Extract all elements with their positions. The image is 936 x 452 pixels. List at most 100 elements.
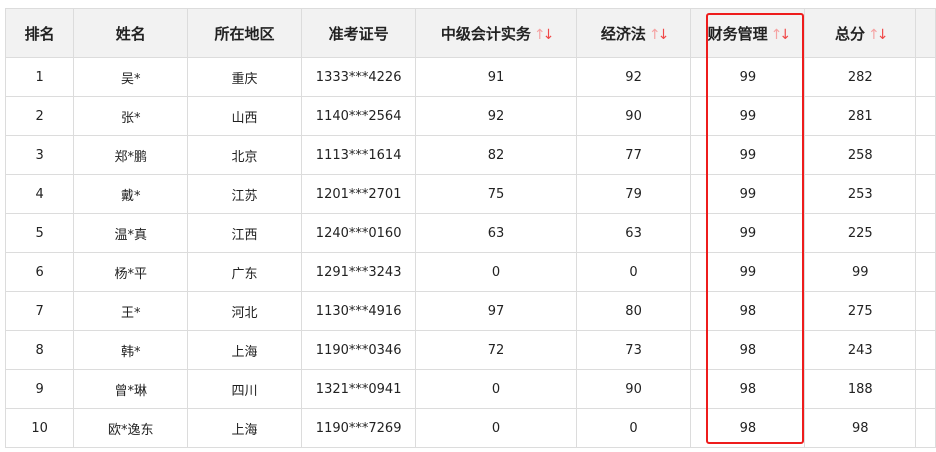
cell-rank: 3 bbox=[4, 135, 75, 175]
column-header-name: 姓名 bbox=[73, 8, 189, 58]
cell-overflow bbox=[915, 57, 936, 97]
sort-icon[interactable]: ↑↓ bbox=[868, 27, 889, 43]
cell-rank: 10 bbox=[4, 408, 75, 448]
cell-overflow bbox=[915, 213, 936, 253]
cell-region: 北京 bbox=[187, 135, 302, 175]
column-header-overflow bbox=[915, 8, 936, 58]
cell-total-score: 282 bbox=[804, 57, 917, 97]
sort-down-icon[interactable]: ↓ bbox=[877, 27, 889, 43]
cell-economic-law: 80 bbox=[575, 291, 692, 331]
table-header: 排名 姓名 所在地区 准考证号 中级会计实务 ↑↓ 经济法 ↑↓ 财务管理 ↑↓ 总分 ↑↓ bbox=[4, 8, 936, 58]
column-label: 总分 bbox=[834, 24, 865, 43]
column-header-total-score[interactable]: 总分 ↑↓ bbox=[804, 8, 917, 58]
column-header-economic-law[interactable]: 经济法 ↑↓ bbox=[575, 8, 692, 58]
cell-region: 江苏 bbox=[187, 174, 302, 214]
column-header-financial-management[interactable]: 财务管理 ↑↓ bbox=[690, 8, 806, 58]
cell-exam-id: 1130***4916 bbox=[300, 291, 417, 331]
column-label: 经济法 bbox=[600, 24, 646, 43]
column-header-exam-id: 准考证号 bbox=[300, 8, 417, 58]
cell-rank: 5 bbox=[4, 213, 75, 253]
cell-name: 王* bbox=[73, 291, 189, 331]
cell-overflow bbox=[915, 174, 936, 214]
cell-exam-id: 1201***2701 bbox=[300, 174, 417, 214]
cell-economic-law: 92 bbox=[575, 57, 692, 97]
cell-rank: 2 bbox=[4, 96, 75, 136]
cell-financial-management: 99 bbox=[690, 135, 806, 175]
sort-down-icon[interactable]: ↓ bbox=[779, 27, 791, 43]
cell-name: 欧*逸东 bbox=[73, 408, 189, 448]
cell-financial-management: 99 bbox=[690, 96, 806, 136]
cell-rank: 4 bbox=[4, 174, 75, 214]
cell-intermediate-accounting: 82 bbox=[415, 135, 577, 175]
table-row: 9 曾*琳 四川 1321***0941 0 90 98 188 bbox=[4, 369, 936, 409]
cell-exam-id: 1240***0160 bbox=[300, 213, 417, 253]
score-ranking-table: 排名 姓名 所在地区 准考证号 中级会计实务 ↑↓ 经济法 ↑↓ 财务管理 ↑↓ 总分 ↑↓ 1 吴* 重… bbox=[4, 8, 936, 448]
cell-economic-law: 90 bbox=[575, 369, 692, 409]
column-label: 排名 bbox=[24, 24, 55, 43]
column-label: 姓名 bbox=[115, 24, 146, 43]
cell-name: 吴* bbox=[73, 57, 189, 97]
cell-rank: 7 bbox=[4, 291, 75, 331]
cell-overflow bbox=[915, 408, 936, 448]
table-row: 2 张* 山西 1140***2564 92 90 99 281 bbox=[4, 96, 936, 136]
cell-overflow bbox=[915, 252, 936, 292]
cell-exam-id: 1190***0346 bbox=[300, 330, 417, 370]
sort-icon[interactable]: ↑↓ bbox=[534, 27, 555, 43]
cell-total-score: 99 bbox=[804, 252, 917, 292]
column-label: 准考证号 bbox=[328, 24, 389, 43]
cell-intermediate-accounting: 63 bbox=[415, 213, 577, 253]
cell-overflow bbox=[915, 330, 936, 370]
cell-name: 韩* bbox=[73, 330, 189, 370]
table-row: 10 欧*逸东 上海 1190***7269 0 0 98 98 bbox=[4, 408, 936, 448]
cell-economic-law: 0 bbox=[575, 408, 692, 448]
cell-region: 上海 bbox=[187, 330, 302, 370]
sort-up-icon[interactable]: ↑ bbox=[649, 27, 661, 43]
sort-up-icon[interactable]: ↑ bbox=[534, 27, 546, 43]
cell-name: 戴* bbox=[73, 174, 189, 214]
sort-icon[interactable]: ↑↓ bbox=[649, 27, 670, 43]
cell-intermediate-accounting: 72 bbox=[415, 330, 577, 370]
sort-down-icon[interactable]: ↓ bbox=[543, 27, 555, 43]
cell-overflow bbox=[915, 96, 936, 136]
cell-financial-management: 99 bbox=[690, 174, 806, 214]
cell-financial-management: 98 bbox=[690, 369, 806, 409]
cell-intermediate-accounting: 0 bbox=[415, 252, 577, 292]
table-row: 4 戴* 江苏 1201***2701 75 79 99 253 bbox=[4, 174, 936, 214]
cell-exam-id: 1140***2564 bbox=[300, 96, 417, 136]
cell-region: 江西 bbox=[187, 213, 302, 253]
cell-intermediate-accounting: 75 bbox=[415, 174, 577, 214]
cell-financial-management: 98 bbox=[690, 330, 806, 370]
sort-icon[interactable]: ↑↓ bbox=[771, 27, 791, 43]
cell-region: 河北 bbox=[187, 291, 302, 331]
cell-total-score: 281 bbox=[804, 96, 917, 136]
cell-rank: 8 bbox=[4, 330, 75, 370]
cell-total-score: 225 bbox=[804, 213, 917, 253]
cell-region: 山西 bbox=[187, 96, 302, 136]
cell-intermediate-accounting: 0 bbox=[415, 408, 577, 448]
cell-economic-law: 79 bbox=[575, 174, 692, 214]
cell-name: 张* bbox=[73, 96, 189, 136]
cell-exam-id: 1321***0941 bbox=[300, 369, 417, 409]
column-header-intermediate-accounting[interactable]: 中级会计实务 ↑↓ bbox=[415, 8, 577, 58]
cell-financial-management: 99 bbox=[690, 57, 806, 97]
cell-intermediate-accounting: 92 bbox=[415, 96, 577, 136]
cell-economic-law: 63 bbox=[575, 213, 692, 253]
table-row: 5 温*真 江西 1240***0160 63 63 99 225 bbox=[4, 213, 936, 253]
sort-up-icon[interactable]: ↑ bbox=[868, 27, 880, 43]
cell-economic-law: 73 bbox=[575, 330, 692, 370]
cell-region: 广东 bbox=[187, 252, 302, 292]
cell-economic-law: 90 bbox=[575, 96, 692, 136]
sort-down-icon[interactable]: ↓ bbox=[658, 27, 670, 43]
cell-total-score: 275 bbox=[804, 291, 917, 331]
cell-intermediate-accounting: 0 bbox=[415, 369, 577, 409]
column-label: 财务管理 bbox=[707, 24, 768, 43]
cell-financial-management: 99 bbox=[690, 213, 806, 253]
cell-name: 曾*琳 bbox=[73, 369, 189, 409]
column-header-rank: 排名 bbox=[4, 8, 75, 58]
table-row: 1 吴* 重庆 1333***4226 91 92 99 282 bbox=[4, 57, 936, 97]
table-row: 8 韩* 上海 1190***0346 72 73 98 243 bbox=[4, 330, 936, 370]
cell-rank: 9 bbox=[4, 369, 75, 409]
cell-overflow bbox=[915, 291, 936, 331]
cell-intermediate-accounting: 97 bbox=[415, 291, 577, 331]
cell-name: 温*真 bbox=[73, 213, 189, 253]
